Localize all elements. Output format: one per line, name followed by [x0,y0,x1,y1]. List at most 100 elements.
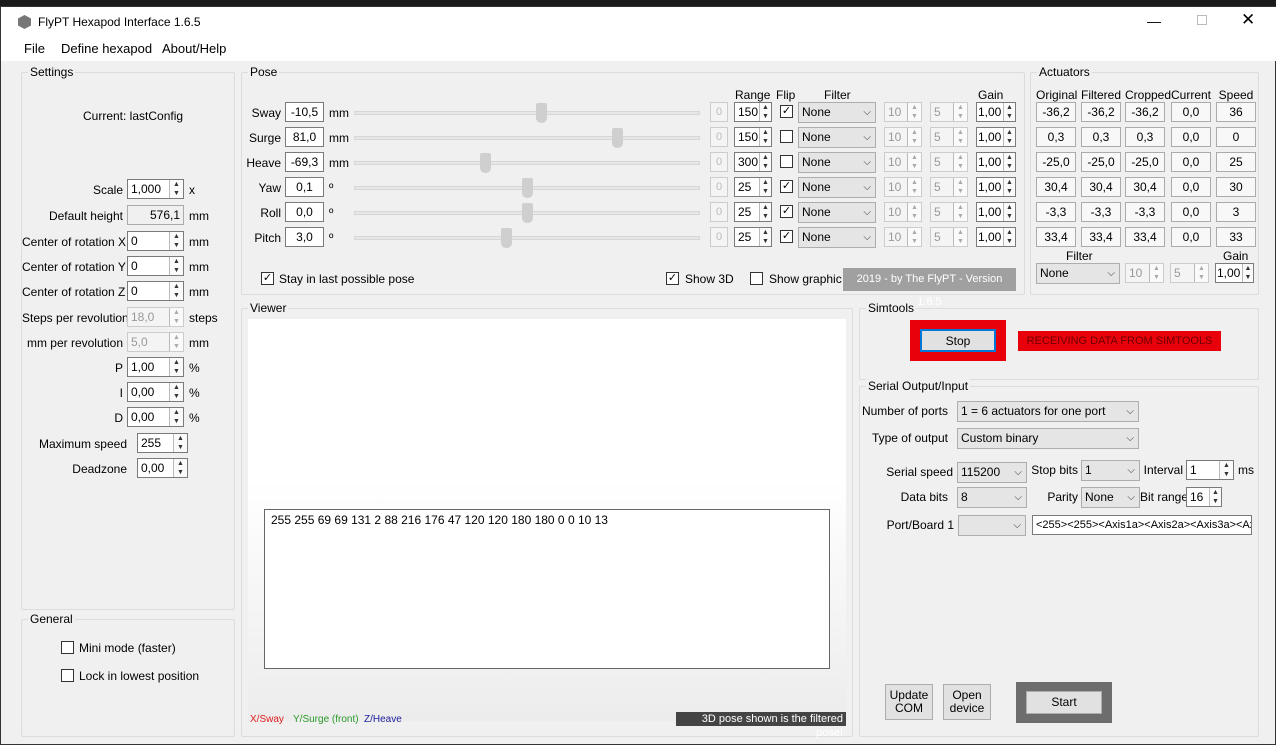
simtools-status: RECEIVING DATA FROM SIMTOOLS [1018,331,1221,351]
pose-heave-value[interactable]: -69,3 [285,152,324,172]
pose-surge-slider-track[interactable] [354,136,700,140]
act-filter-label: Filter [1066,249,1093,263]
open-device-button[interactable]: Open device [943,684,991,720]
pose-roll-filter-param2: 5 ▲ ▼ [930,202,968,222]
i-label: I [119,386,123,400]
act-gain-label: Gain [1223,249,1249,263]
pose-pitch-slider-thumb[interactable] [501,228,512,248]
pose-sway-value[interactable]: -10,5 [285,102,324,122]
pose-pitch-slider-track[interactable] [354,236,700,240]
speed-select[interactable]: 115200 ⌵ [957,462,1027,483]
menu-about-help[interactable]: About/Help [162,41,226,56]
port-select[interactable]: ⌵ [958,515,1026,536]
pose-surge-gain[interactable]: 1,00 ▲ ▼ [976,127,1016,147]
pose-sway-filter-param1: 10 ▲ ▼ [884,102,922,122]
pose-heave-range[interactable]: 300 ▲ ▼ [734,152,772,172]
stay-checkbox[interactable]: ✓ [261,272,274,285]
parity-select[interactable]: None ⌵ [1081,487,1140,508]
menu-define-hexapod[interactable]: Define hexapod [61,41,152,56]
lock-lowest-checkbox[interactable] [61,669,74,682]
act-gain-input[interactable]: 1,00 ▲ ▼ [1215,263,1254,283]
pose-sway-range[interactable]: 150 ▲ ▼ [734,102,772,122]
menu-file[interactable]: File [24,41,45,56]
pose-surge-slider-thumb[interactable] [612,128,623,148]
pose-title: Pose [248,65,280,79]
pose-pitch-value[interactable]: 3,0 [285,227,324,247]
cor-y-input[interactable]: 0 ▲ ▼ [127,256,184,276]
pose-surge-value[interactable]: 81,0 [285,127,324,147]
format-input[interactable]: <255><255><Axis1a><Axis2a><Axis3a><Axis [1032,515,1252,535]
pose-surge-filter-select[interactable]: None ⌵ [798,127,876,148]
pose-sway-filter-select[interactable]: None ⌵ [798,102,876,123]
pose-yaw-value[interactable]: 0,1 [285,177,324,197]
pose-sway-gain[interactable]: 1,00 ▲ ▼ [976,102,1016,122]
pose-yaw-flip-checkbox[interactable]: ✓ [780,180,793,193]
show-3d-checkbox[interactable]: ✓ [666,272,679,285]
act-header-filtered: Filtered [1081,88,1122,102]
pose-surge-flip-checkbox[interactable] [780,130,793,143]
viewer-note: 3D pose shown is the filtered pose! [676,712,846,739]
max-speed-input[interactable]: 255 ▲ ▼ [137,433,188,453]
window-title: FlyPT Hexapod Interface 1.6.5 [38,15,201,29]
close-icon[interactable]: ✕ [1241,10,1255,30]
p-input[interactable]: 1,00 ▲ ▼ [127,357,184,377]
pose-heave-gain[interactable]: 1,00 ▲ ▼ [976,152,1016,172]
pose-sway-slider-thumb[interactable] [536,103,547,123]
stopbits-select[interactable]: 1 ⌵ [1081,460,1140,481]
pose-roll-filter-select[interactable]: None ⌵ [798,202,876,223]
pose-heave-slider-thumb[interactable] [480,153,491,173]
pose-pitch-flip-checkbox[interactable]: ✓ [780,230,793,243]
pose-yaw-gain[interactable]: 1,00 ▲ ▼ [976,177,1016,197]
pose-surge-zero-button: 0 [710,127,728,147]
databits-select[interactable]: 8 ⌵ [957,487,1027,508]
show-graphic-checkbox[interactable] [750,272,763,285]
pose-heave-slider-track[interactable] [354,161,700,165]
deadzone-input[interactable]: 0,00 ▲ ▼ [137,458,188,478]
pose-roll-slider-thumb[interactable] [522,203,533,223]
start-button[interactable]: Start [1026,691,1102,714]
pose-sway-unit: mm [329,106,349,120]
general-panel: General Mini mode (faster) Lock in lowes… [21,612,235,737]
viewer-data-text: 255 255 69 69 131 2 88 216 176 47 120 12… [271,513,608,527]
pose-yaw-range[interactable]: 25 ▲ ▼ [734,177,772,197]
interval-input[interactable]: 1 ▲ ▼ [1186,460,1234,480]
pose-roll-gain[interactable]: 1,00 ▲ ▼ [976,202,1016,222]
cor-z-input[interactable]: 0 ▲ ▼ [127,281,184,301]
pose-sway-flip-checkbox[interactable]: ✓ [780,105,793,118]
d-input[interactable]: 0,00 ▲ ▼ [127,407,184,427]
act-cell: 33,4 [1036,227,1076,247]
ports-select[interactable]: 1 = 6 actuators for one port ⌵ [957,401,1139,422]
pose-pitch-filter-select[interactable]: None ⌵ [798,227,876,248]
maximize-icon[interactable] [1197,15,1207,25]
pose-roll-range[interactable]: 25 ▲ ▼ [734,202,772,222]
pose-surge-label: Surge [248,131,281,145]
update-com-button[interactable]: Update COM [885,684,933,720]
scale-input[interactable]: 1,000 ▲ ▼ [127,179,184,199]
pose-heave-zero-button: 0 [710,152,728,172]
pose-pitch-gain[interactable]: 1,00 ▲ ▼ [976,227,1016,247]
cor-y-unit: mm [189,260,209,274]
pose-roll-value[interactable]: 0,0 [285,202,324,222]
act-filter-select[interactable]: None ⌵ [1036,263,1120,284]
pose-yaw-filter-select[interactable]: None ⌵ [798,177,876,198]
pose-heave-flip-checkbox[interactable] [780,155,793,168]
i-input[interactable]: 0,00 ▲ ▼ [127,382,184,402]
pose-pitch-zero-button: 0 [710,227,728,247]
stop-button[interactable]: Stop [920,329,996,352]
viewer-canvas[interactable]: 255 255 69 69 131 2 88 216 176 47 120 12… [248,319,846,721]
mini-mode-checkbox[interactable] [61,641,74,654]
act-header-current: Current [1171,88,1212,102]
pose-yaw-slider-thumb[interactable] [522,178,533,198]
pose-pitch-range[interactable]: 25 ▲ ▼ [734,227,772,247]
minimize-icon[interactable]: — [1147,13,1161,29]
menu-bar: File Define hexapod About/Help [1,37,1276,61]
pose-roll-flip-checkbox[interactable]: ✓ [780,205,793,218]
simtools-title: Simtools [866,301,917,315]
type-select[interactable]: Custom binary ⌵ [957,428,1139,449]
bitrange-input[interactable]: 16 ▲ ▼ [1186,487,1222,507]
pose-surge-range[interactable]: 150 ▲ ▼ [734,127,772,147]
actuators-panel: Actuators Original Filtered Cropped Current… [1030,65,1259,295]
pose-sway-slider-track[interactable] [354,111,700,115]
pose-heave-filter-select[interactable]: None ⌵ [798,152,876,173]
cor-x-input[interactable]: 0 ▲ ▼ [127,231,184,251]
